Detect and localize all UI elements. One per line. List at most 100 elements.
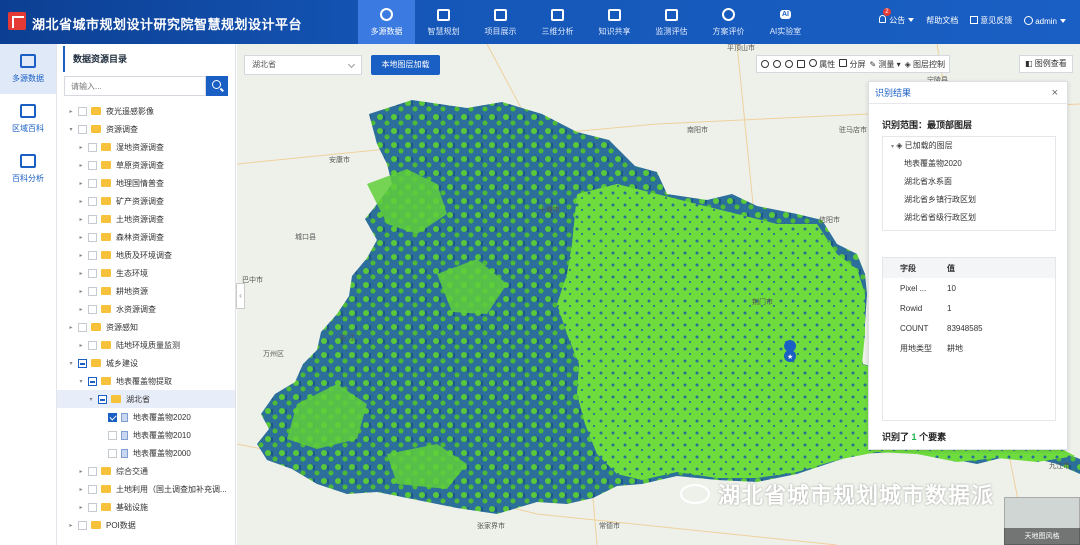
caret-right-icon[interactable]: ▸ — [77, 252, 85, 259]
tree-checkbox[interactable] — [88, 250, 97, 260]
nav-3d-analysis[interactable]: 三维分析 — [529, 0, 586, 44]
tree-checkbox[interactable] — [98, 394, 107, 404]
caret-down-icon[interactable]: ▾ — [77, 378, 85, 385]
nav-knowledge-share[interactable]: 知识共享 — [586, 0, 643, 44]
load-local-layer-button[interactable]: 本地图层加载 — [371, 55, 440, 75]
caret-right-icon[interactable]: ▸ — [77, 162, 85, 169]
legend-view-button[interactable]: ◧ 图例查看 — [1019, 55, 1073, 73]
nav-monitoring[interactable]: 监测评估 — [643, 0, 700, 44]
tree-node[interactable]: ▸ 地质及环境调查 — [57, 246, 235, 264]
nav-plan-evaluation[interactable]: 方案评价 — [700, 0, 757, 44]
tree-checkbox[interactable] — [88, 214, 97, 224]
tree-node[interactable]: ▾ 地表覆盖物提取 — [57, 372, 235, 390]
tree-node[interactable]: ▸ POI数据 — [57, 516, 235, 534]
tree-checkbox[interactable] — [88, 178, 97, 188]
nav-project-display[interactable]: 项目展示 — [472, 0, 529, 44]
tree-checkbox[interactable] — [88, 142, 97, 152]
collapse-panel-button[interactable]: ‹ — [236, 283, 245, 309]
attribute-tool-button[interactable]: 属性 — [809, 58, 835, 70]
leftnav-multi-source-data[interactable]: 多源数据 — [0, 44, 56, 94]
tree-node[interactable]: ▸ 地理国情普查 — [57, 174, 235, 192]
tree-checkbox[interactable] — [108, 430, 117, 440]
tree-checkbox[interactable] — [88, 268, 97, 278]
tree-checkbox[interactable] — [88, 160, 97, 170]
zoom-in-icon[interactable] — [773, 60, 781, 68]
tree-node[interactable]: ▸ 夜光遥感影像 — [57, 102, 235, 120]
nav-ai-lab[interactable]: AI AI实验室 — [757, 0, 814, 44]
tree-node[interactable]: ▾ 湖北省 — [57, 390, 235, 408]
caret-right-icon[interactable]: ▸ — [77, 234, 85, 241]
caret-down-icon[interactable]: ▾ — [87, 396, 95, 403]
tree-checkbox[interactable] — [88, 286, 97, 296]
caret-right-icon[interactable]: ▸ — [67, 324, 75, 331]
tree-node[interactable]: ▸ 基础设施 — [57, 498, 235, 516]
caret-right-icon[interactable]: ▸ — [77, 180, 85, 187]
caret-right-icon[interactable]: ▸ — [77, 468, 85, 475]
caret-right-icon[interactable]: ▸ — [67, 522, 75, 529]
caret-right-icon[interactable]: ▸ — [77, 486, 85, 493]
tree-checkbox[interactable] — [78, 106, 87, 116]
tree-node[interactable]: ▸ 湿地资源调查 — [57, 138, 235, 156]
globe-icon[interactable] — [761, 60, 769, 68]
tree-checkbox[interactable] — [78, 520, 87, 530]
leftnav-region-encyclopedia[interactable]: 区域百科 — [0, 94, 56, 144]
caret-right-icon[interactable]: ▸ — [77, 270, 85, 277]
tree-node[interactable]: ▸ 矿产资源调查 — [57, 192, 235, 210]
measure-button[interactable]: ✎ 测量 ▾ — [869, 59, 900, 70]
tree-node[interactable]: ▸ 综合交通 — [57, 462, 235, 480]
tree-node[interactable]: ▸ 生态环境 — [57, 264, 235, 282]
tree-checkbox[interactable] — [78, 124, 87, 134]
tree-checkbox[interactable] — [88, 304, 97, 314]
layer-item[interactable]: 地表覆盖物2020 — [883, 155, 1055, 173]
tree-node[interactable]: ▸ 资源感知 — [57, 318, 235, 336]
tree-node[interactable]: 地表覆盖物2010 — [57, 426, 235, 444]
user-menu[interactable]: admin — [1024, 15, 1066, 26]
split-screen-button[interactable]: 分屏 — [839, 58, 865, 70]
tree-node[interactable]: ▸ 水资源调查 — [57, 300, 235, 318]
notice-button[interactable]: 2 公告 — [879, 8, 915, 26]
nav-smart-planning[interactable]: 智慧规划 — [415, 0, 472, 44]
tree-checkbox[interactable] — [88, 484, 97, 494]
zoom-out-icon[interactable] — [785, 60, 793, 68]
caret-down-icon[interactable]: ▾ — [67, 126, 75, 133]
basemap-label[interactable]: 天地图风格 — [1004, 528, 1080, 545]
catalog-search-input[interactable] — [64, 76, 206, 96]
caret-right-icon[interactable]: ▸ — [77, 198, 85, 205]
tree-checkbox[interactable] — [88, 232, 97, 242]
region-select[interactable]: 湖北省 — [244, 55, 362, 75]
tree-checkbox[interactable] — [108, 412, 117, 422]
tree-checkbox[interactable] — [88, 340, 97, 350]
print-icon[interactable] — [797, 60, 805, 68]
tree-checkbox[interactable] — [108, 448, 117, 458]
tree-node[interactable]: ▸ 耕地资源 — [57, 282, 235, 300]
tree-node[interactable]: ▸ 土地利用（国土调查加补充调... — [57, 480, 235, 498]
nav-multi-source-data[interactable]: 多源数据 — [358, 0, 415, 44]
tree-checkbox[interactable] — [78, 358, 87, 368]
caret-right-icon[interactable]: ▸ — [77, 216, 85, 223]
caret-right-icon[interactable]: ▸ — [77, 342, 85, 349]
tree-checkbox[interactable] — [88, 196, 97, 206]
layer-control-button[interactable]: ◈ 图层控制 — [905, 59, 945, 70]
tree-node[interactable]: ▾ 城乡建设 — [57, 354, 235, 372]
layer-item[interactable]: 湖北省乡镇行政区划 — [883, 191, 1055, 209]
caret-right-icon[interactable]: ▸ — [77, 144, 85, 151]
search-icon[interactable] — [206, 76, 228, 96]
caret-down-icon[interactable]: ▾ — [67, 360, 75, 367]
tree-node[interactable]: ▾ 资源调查 — [57, 120, 235, 138]
tree-checkbox[interactable] — [88, 466, 97, 476]
feedback-link[interactable]: 意见反馈 — [970, 15, 1012, 26]
layer-item[interactable]: 湖北省水系面 — [883, 173, 1055, 191]
tree-node[interactable]: ▸ 陆地环境质量监测 — [57, 336, 235, 354]
caret-right-icon[interactable]: ▸ — [77, 306, 85, 313]
tree-node[interactable]: ▸ 土地资源调查 — [57, 210, 235, 228]
tree-node[interactable]: 地表覆盖物2020 — [57, 408, 235, 426]
loaded-layers-root[interactable]: ▾ ◈ 已加载的图层 — [883, 137, 1055, 155]
leftnav-encyclopedia-analysis[interactable]: 百科分析 — [0, 144, 56, 194]
tree-node[interactable]: 地表覆盖物2000 — [57, 444, 235, 462]
caret-right-icon[interactable]: ▸ — [67, 108, 75, 115]
caret-right-icon[interactable]: ▸ — [77, 504, 85, 511]
tree-checkbox[interactable] — [78, 322, 87, 332]
help-docs-link[interactable]: 帮助文档 — [926, 15, 958, 26]
tree-checkbox[interactable] — [88, 376, 97, 386]
close-icon[interactable]: × — [1052, 82, 1058, 104]
